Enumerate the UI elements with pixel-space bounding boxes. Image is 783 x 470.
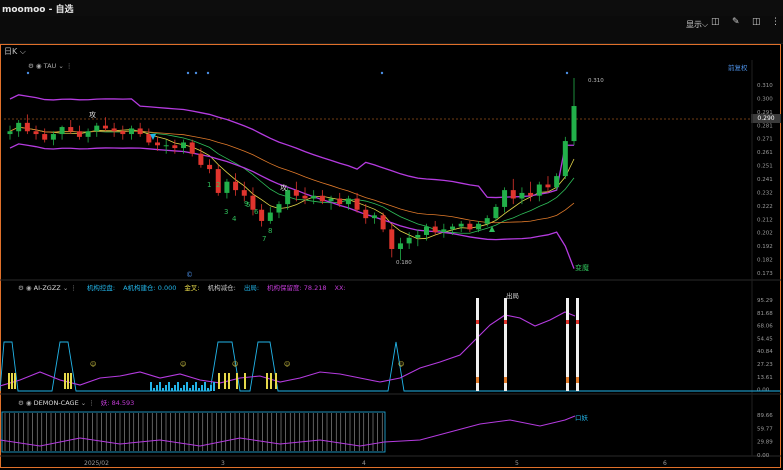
app-title: moomoo - 自选 [2,5,74,15]
more-icon[interactable]: ⋮ [771,17,780,27]
ind1-field-4: 出局: [243,284,260,292]
ind1-fields: 机构控盘: A机构建仓: 0.000 金叉: 机构减仓: 出局: 机构保留度: 78.21… [79,284,346,292]
ind1-field-5: 机构保留度: 78.218 [267,284,327,292]
title-bar: moomoo - 自选 [0,0,783,16]
ind1-field-0: 机构控盘: [86,284,116,292]
pen-icon[interactable]: ✎ [732,17,740,27]
layout-icon[interactable]: ◫ [711,17,720,27]
display-menu[interactable]: 显示⌵ [686,19,708,30]
period-tab-daily[interactable]: 日K ⌵ [4,46,26,57]
main-indicator-header[interactable]: ⚙ ◉ TAU ⌄ ⋮ [28,62,72,70]
ind2-name: DEMON-CAGE [33,399,79,407]
chevron-down-icon: ⌵ [702,20,709,29]
display-label: 显示 [686,20,702,29]
ind1-field-1: A机构建仓: 0.000 [123,284,177,292]
last-price-tag: 0.290 [751,114,781,123]
ind1-field-3: 机构减仓: [207,284,236,292]
adjust-button[interactable]: 前复权 [728,62,748,72]
ind1-field-6: XX: [334,284,346,292]
layout-icon-2[interactable]: ◫ [752,17,761,27]
main-indicator-name: TAU [43,62,57,70]
ind1-field-2: 金叉: [184,284,200,292]
ind2-field-label: 妖: [100,399,110,407]
period-tab-label: 日K [4,47,18,56]
ind2-header[interactable]: ⚙ ◉ DEMON-CAGE ⌄ ⋮ 妖: 84.593 [18,397,134,407]
ind1-name: AI-ZGZZ [33,284,61,292]
chart-toolbar: 显示⌵ ◫ ✎ ◫ ⋮ [0,16,783,44]
ind1-header[interactable]: ⚙ ◉ AI-ZGZZ ⌄ ⋮ 机构控盘: A机构建仓: 0.000 金叉: 机构减仓… [18,282,346,292]
ind2-field-value: 84.593 [111,399,135,407]
